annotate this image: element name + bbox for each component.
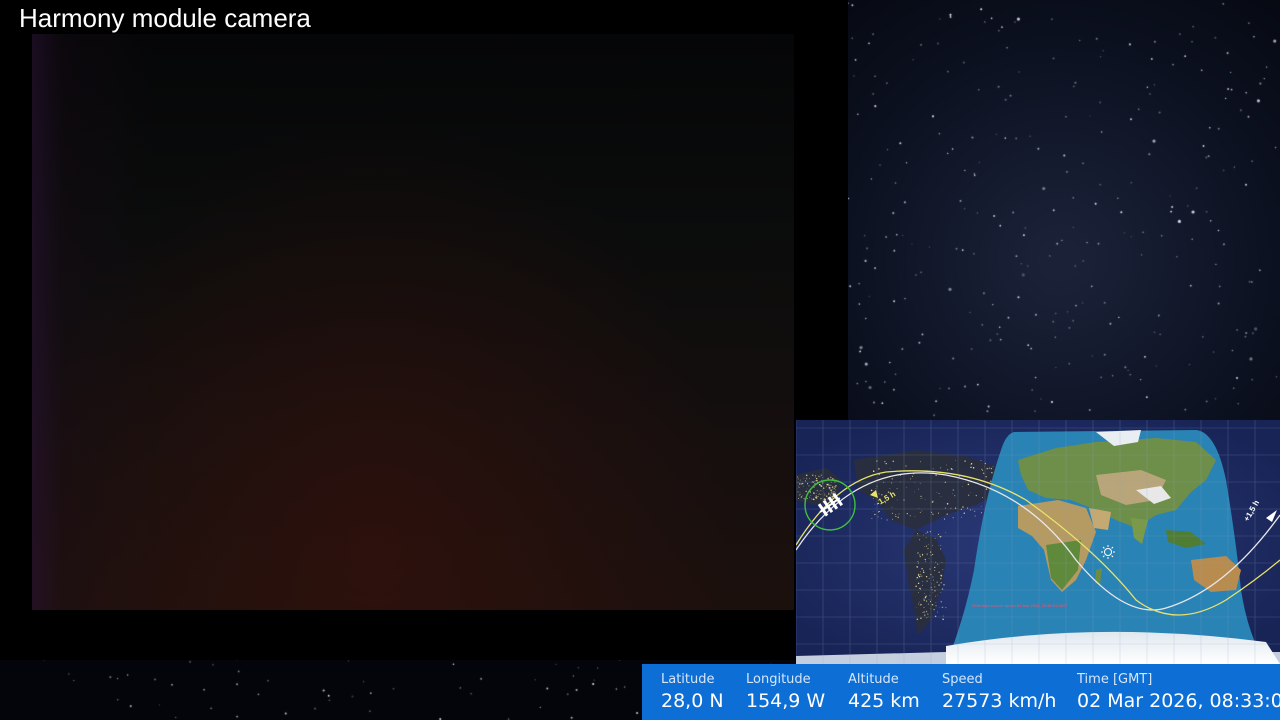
latitude-value: 28,0 N <box>661 690 724 712</box>
camera-panel: Harmony module camera <box>0 0 848 660</box>
longitude-value: 154,9 W <box>746 690 826 712</box>
latitude-label: Latitude <box>661 672 715 687</box>
speed-value: 27573 km/h <box>942 690 1057 712</box>
orbit-data-footnote: Orbit data source: epoch 01 Mar 2026, 23… <box>972 603 1068 608</box>
altitude-value: 425 km <box>848 690 920 712</box>
altitude-label: Altitude <box>848 672 899 687</box>
telemetry-bar: Latitude 28,0 N Longitude 154,9 W Altitu… <box>642 664 1280 720</box>
camera-title: Harmony module camera <box>19 3 311 33</box>
time-value: 02 Mar 2026, 08:33:01 <box>1077 690 1280 712</box>
camera-feed <box>32 34 794 610</box>
longitude-label: Longitude <box>746 672 811 687</box>
world-map-svg: -1,5 h +1,5 h Orbit data source: epoch 0… <box>796 420 1280 664</box>
time-label: Time [GMT] <box>1077 672 1153 687</box>
speed-label: Speed <box>942 672 983 687</box>
ground-track-map: -1,5 h +1,5 h Orbit data source: epoch 0… <box>796 420 1280 664</box>
